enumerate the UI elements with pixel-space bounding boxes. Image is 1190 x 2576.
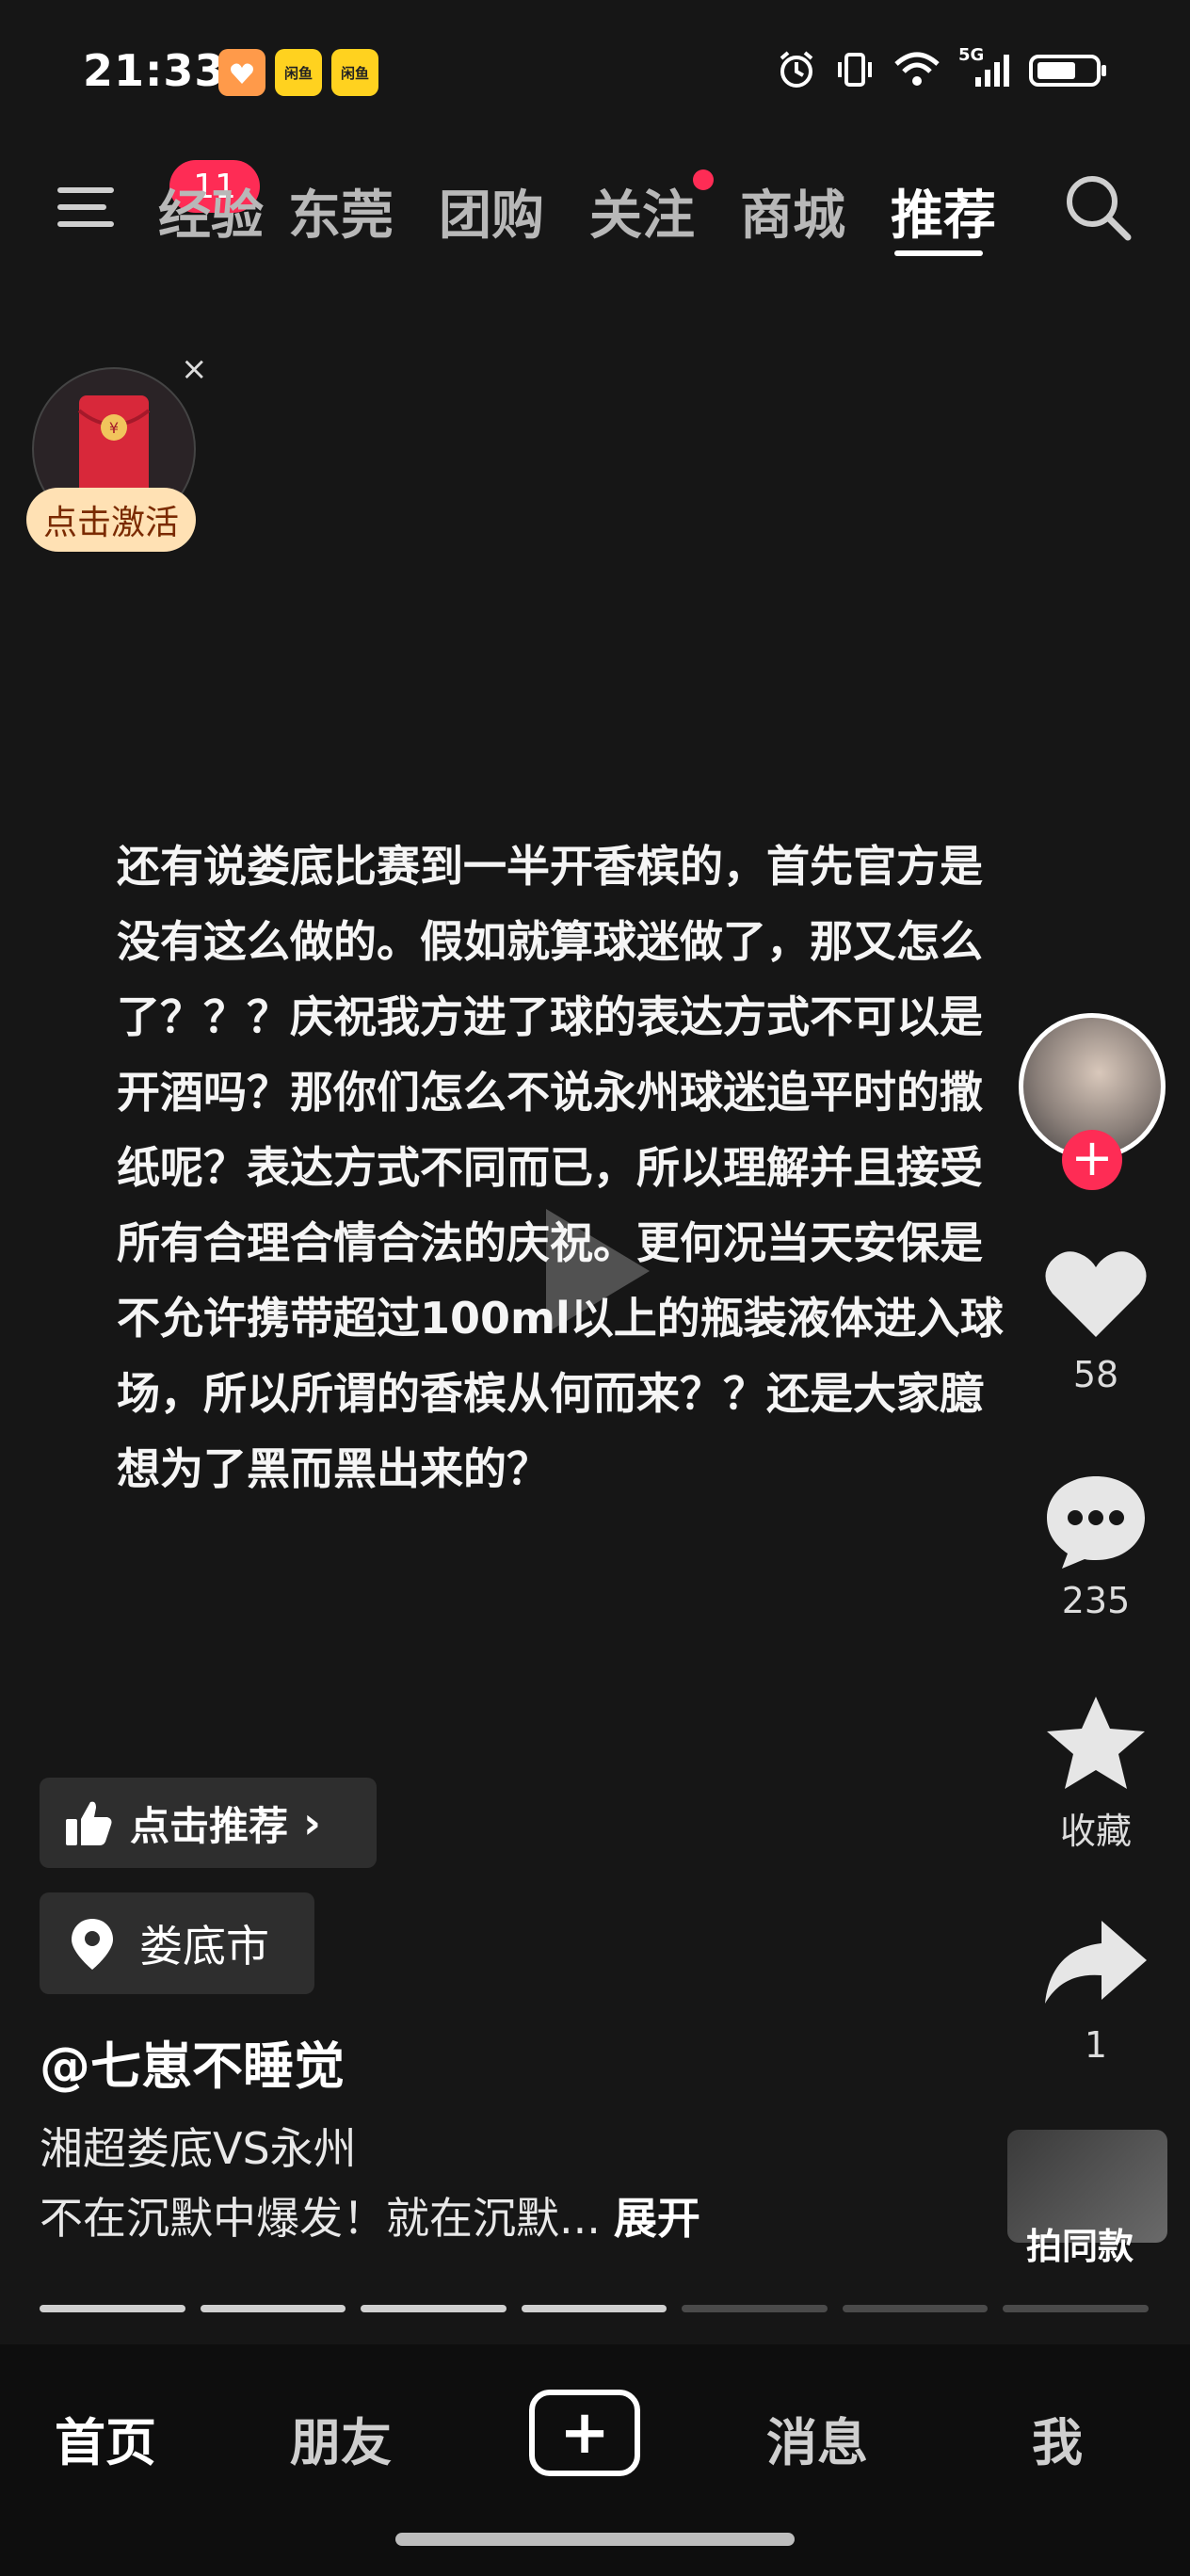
play-icon[interactable]	[508, 1186, 678, 1360]
favorite-label: 收藏	[1059, 1811, 1132, 1852]
progress-segment	[521, 2305, 667, 2312]
heart-icon	[1045, 1251, 1147, 1337]
tab-recommend[interactable]: 推荐	[891, 173, 996, 250]
progress-segment	[1003, 2305, 1150, 2312]
same-style-label[interactable]: 拍同款	[1026, 2217, 1134, 2269]
tab-mall[interactable]: 商城	[740, 173, 845, 250]
comment-icon	[1047, 1476, 1145, 1569]
progress-segments	[40, 2305, 1150, 2312]
location-pin-icon	[72, 1919, 113, 1970]
share-button[interactable]: 1	[1039, 1913, 1152, 2066]
post-text-line: 场，所以所谓的香槟从何而来？？还是大家臆	[117, 1368, 983, 1419]
xianyu-app-icon: 闲鱼	[275, 49, 322, 96]
tab-group-buy[interactable]: 团购	[439, 173, 544, 250]
share-count: 1	[1084, 2024, 1108, 2066]
location-chip[interactable]: 娄底市	[40, 1892, 314, 1994]
top-nav: 11 经验 东莞 团购 关注 商城 推荐	[0, 160, 1190, 256]
post-text-line: 还有说娄底比赛到一半开香槟的，首先官方是	[117, 841, 983, 892]
tab-dongguan[interactable]: 东莞	[288, 173, 394, 250]
post-title: 湘超娄底VS永州	[40, 2123, 357, 2174]
tab-friends[interactable]: 朋友	[290, 2401, 392, 2475]
tab-experience[interactable]: 经验	[158, 173, 264, 250]
plus-icon: +	[559, 2398, 610, 2468]
search-button[interactable]	[1060, 169, 1135, 249]
tab-following[interactable]: 关注	[589, 173, 695, 250]
wifi-icon	[894, 52, 940, 86]
thumbs-up-icon	[66, 1801, 112, 1845]
author-username[interactable]: @七崽不睡觉	[40, 2024, 345, 2099]
comment-button[interactable]: 235	[1039, 1469, 1152, 1621]
tab-messages[interactable]: 消息	[766, 2401, 868, 2475]
tab-home[interactable]: 首页	[55, 2401, 156, 2475]
activate-button[interactable]: 点击激活	[26, 488, 196, 552]
post-text: 还有说娄底比赛到一半开香槟的，首先官方是 没有这么做的。假如就算球迷做了，那又怎…	[117, 829, 1077, 1506]
comment-count: 235	[1061, 1580, 1131, 1621]
publish-button[interactable]: +	[529, 2390, 640, 2476]
recommend-chip[interactable]: 点击推荐 ›	[40, 1778, 377, 1868]
favorite-button[interactable]: 收藏	[1039, 1691, 1152, 1854]
progress-segment	[40, 2305, 185, 2312]
post-description: 不在沉默中爆发！就在沉默... 展开	[40, 2184, 700, 2246]
tab-me[interactable]: 我	[1032, 2401, 1083, 2475]
xianyu-app-icon: 闲鱼	[331, 49, 378, 96]
like-count: 58	[1072, 1354, 1119, 1395]
signal-5g-icon: 5G	[958, 45, 1011, 90]
battery-icon	[1029, 55, 1106, 87]
post-text-line: 开酒吗？那你们怎么不说永州球迷追平时的撒	[117, 1067, 983, 1118]
following-unread-dot	[693, 169, 714, 190]
star-icon	[1047, 1697, 1145, 1789]
notification-app-icon	[218, 49, 265, 96]
post-text-line: 没有这么做的。假如就算球迷做了，那又怎么	[117, 916, 983, 967]
location-label: 娄底市	[139, 1921, 269, 1972]
post-text-line: 想为了黑而黑出来的？	[117, 1443, 550, 1494]
menu-button[interactable]: 11	[56, 160, 260, 239]
expand-button[interactable]: 展开	[614, 2193, 700, 2244]
follow-button[interactable]: +	[1062, 1130, 1122, 1190]
progress-segment	[842, 2305, 989, 2312]
progress-segment	[682, 2305, 828, 2312]
vibrate-icon	[838, 53, 872, 87]
alarm-icon	[780, 51, 813, 88]
search-icon	[1067, 176, 1132, 241]
like-button[interactable]: 58	[1039, 1243, 1152, 1395]
home-indicator	[395, 2533, 795, 2546]
description-text: 不在沉默中爆发！就在沉默...	[40, 2193, 601, 2244]
close-icon[interactable]: ×	[181, 350, 208, 388]
active-tab-indicator	[894, 250, 983, 256]
status-time: 21:33	[83, 45, 226, 96]
svg-text:¥: ¥	[109, 419, 119, 437]
progress-segment	[200, 2305, 346, 2312]
share-arrow-icon	[1045, 1921, 1147, 2004]
recommend-label: 点击推荐	[130, 1802, 289, 1849]
menu-icon	[57, 187, 114, 227]
status-icons: 5G	[776, 45, 1109, 90]
post-text-line: 了？？？庆祝我方进了球的表达方式不可以是	[117, 991, 983, 1042]
progress-segment	[361, 2305, 507, 2312]
chevron-right-icon: ›	[303, 1797, 321, 1848]
